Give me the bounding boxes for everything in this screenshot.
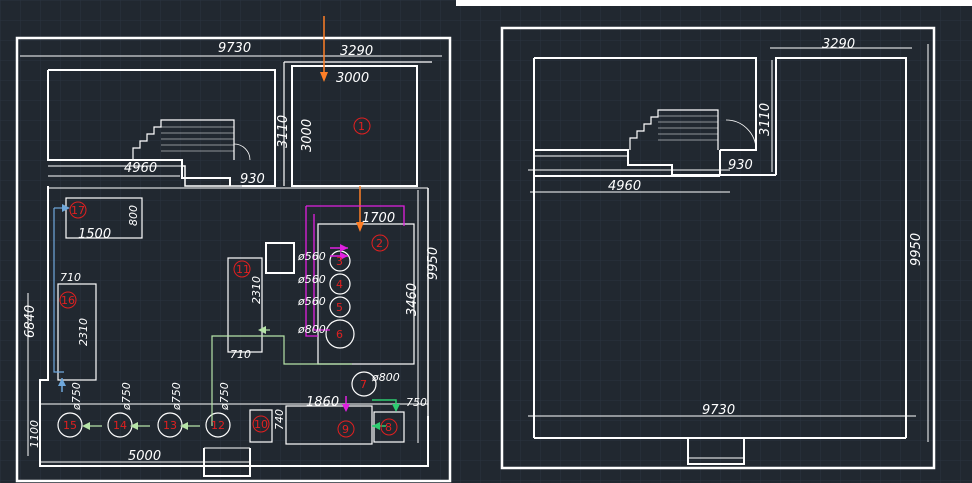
dim-1700: 1700 — [362, 211, 395, 226]
label-13: 13 — [163, 419, 177, 432]
right-dim-3110: 3110 — [758, 103, 773, 136]
dim-phi750-2: ø750 — [120, 382, 133, 411]
label-3: 3 — [336, 255, 343, 268]
label-6: 6 — [336, 328, 343, 341]
top-strip — [456, 0, 972, 6]
dim-3000-width: 3000 — [336, 71, 369, 86]
cad-drawing-canvas[interactable]: 9730 3290 3000 3000 3110 4960 930 9950 6… — [0, 0, 972, 483]
label-1: 1 — [358, 120, 365, 133]
label-7: 7 — [360, 378, 367, 391]
dim-3110: 3110 — [276, 115, 291, 148]
label-5: 5 — [336, 301, 343, 314]
dim-3000-height: 3000 — [300, 119, 315, 152]
right-dim-3290: 3290 — [822, 37, 855, 52]
dim-phi560-2: ø560 — [297, 273, 326, 286]
label-17: 17 — [71, 204, 85, 217]
dim-1100: 1100 — [28, 420, 41, 448]
dim-phi800: ø800 — [371, 371, 400, 384]
label-15: 15 — [63, 419, 77, 432]
dim-phi560-3: ø560 — [297, 295, 326, 308]
dim-6840: 6840 — [23, 305, 38, 338]
dim-710-b: 710 — [230, 348, 251, 361]
dim-phi750-3: ø750 — [170, 382, 183, 411]
label-11: 11 — [236, 263, 250, 276]
dim-2310-b: 2310 — [250, 276, 263, 304]
dim-930: 930 — [240, 172, 265, 187]
grid-lines — [0, 0, 972, 483]
label-8: 8 — [385, 421, 392, 434]
dim-1860: 1860 — [306, 395, 339, 410]
dim-3460: 3460 — [405, 283, 420, 316]
dim-740: 740 — [273, 409, 286, 430]
dim-710-a: 710 — [60, 271, 81, 284]
dim-phi800-b: ø800 — [297, 323, 326, 336]
label-10: 10 — [254, 418, 268, 431]
dim-phi750-4: ø750 — [218, 382, 231, 411]
label-2: 2 — [376, 237, 383, 250]
dim-2310-a: 2310 — [77, 318, 90, 346]
dim-3290: 3290 — [340, 44, 373, 59]
dim-800: 800 — [127, 205, 140, 226]
label-16: 16 — [61, 294, 75, 307]
dim-750: 750 — [406, 396, 427, 409]
dim-phi750-1: ø750 — [70, 382, 83, 411]
label-4: 4 — [336, 278, 343, 291]
dim-5000: 5000 — [128, 449, 161, 464]
dim-phi560-1: ø560 — [297, 250, 326, 263]
right-dim-930: 930 — [728, 158, 753, 173]
dim-9730: 9730 — [218, 41, 251, 56]
dim-9950: 9950 — [426, 247, 441, 280]
label-14: 14 — [113, 419, 127, 432]
right-dim-4960: 4960 — [608, 179, 641, 194]
right-dim-9730: 9730 — [702, 403, 735, 418]
dim-4960: 4960 — [124, 161, 157, 176]
label-9: 9 — [342, 423, 349, 436]
label-12: 12 — [211, 419, 225, 432]
right-dim-9950: 9950 — [909, 233, 924, 266]
dim-1500: 1500 — [78, 227, 111, 242]
